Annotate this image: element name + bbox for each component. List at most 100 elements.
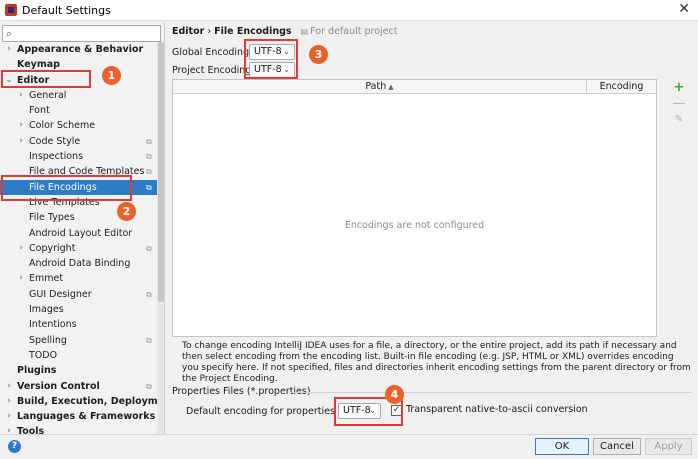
chevron-right-icon[interactable]: › [4,42,14,57]
project-specific-icon: ⧉ [146,167,152,177]
tree-item-todo[interactable]: TODO [0,348,157,363]
tree-item-label: Intentions [29,319,77,331]
tree-item-label: TODO [29,349,58,361]
breadcrumb: Editor › File Encodings ▤ For default proje… [172,26,397,37]
tree-item-code-style[interactable]: › Code Style ⧉ [0,134,157,149]
tree-item-android-data-binding[interactable]: Android Data Binding [0,256,157,271]
tree-item-label: Emmet [29,273,64,285]
project-specific-icon: ⧉ [146,182,152,192]
tree-item-label: Images [29,304,64,316]
tree-item-intentions[interactable]: Intentions [0,317,157,332]
tree-item-label: Appearance & Behavior [17,44,144,55]
settings-search-box[interactable]: ⌕ [2,25,161,42]
encoding-help-text: To change encoding IntelliJ IDEA uses fo… [182,341,691,384]
window-title: Default Settings [22,4,111,17]
column-header-path[interactable]: Path ▲ [173,80,587,94]
chevron-right-icon[interactable]: › [4,379,14,394]
chevron-right-icon[interactable]: › [16,134,26,149]
table-header: Path ▲ Encoding [173,80,656,94]
tree-item-label: Color Scheme [29,120,96,132]
tree-item-label: Languages & Frameworks [17,411,156,423]
tree-item-general[interactable]: › General [0,88,157,103]
tree-item-label: Android Data Binding [29,258,131,270]
add-icon[interactable]: + [669,80,689,96]
dialog-button-bar: ? OK Cancel Apply [0,434,698,459]
edit-icon[interactable]: ✎ [669,112,689,128]
highlight-box-encodings [244,39,298,79]
column-header-encoding[interactable]: Encoding [587,80,656,94]
sidebar-scrollbar[interactable] [157,42,164,434]
tree-item-label: Build, Execution, Deployment [17,395,165,407]
tree-item-color-scheme[interactable]: › Color Scheme [0,118,157,133]
tree-item-copyright[interactable]: › Copyright ⧉ [0,241,157,256]
settings-search-input[interactable] [18,26,158,41]
settings-tree: › Appearance & Behavior Keymap ⌄ Editor › Gene… [0,42,164,434]
tree-item-label: File Types [29,212,75,224]
project-scope-icon: ▤ [300,27,309,36]
tree-item-label: General [29,89,67,101]
apply-button[interactable]: Apply [645,438,692,455]
empty-table-message: Encodings are not configured [344,220,485,231]
global-encoding-label: Global Encoding: [172,47,253,58]
tree-item-label: GUI Designer [29,288,92,300]
tree-item-android-layout-editor[interactable]: Android Layout Editor [0,226,157,241]
tree-item-emmet[interactable]: › Emmet [0,271,157,286]
cancel-button[interactable]: Cancel [593,438,641,455]
project-specific-icon: ⧉ [146,152,152,162]
annotation-badge-4: 4 [385,385,404,404]
native-to-ascii-label[interactable]: Transparent native-to-ascii conversion [406,404,588,415]
tree-item-inspections[interactable]: Inspections ⧉ [0,149,157,164]
annotation-badge-3: 3 [309,45,328,64]
project-specific-icon: ⧉ [146,243,152,253]
annotation-badge-1: 1 [102,66,121,85]
tree-item-build-execution-deployment[interactable]: › Build, Execution, Deployment [0,394,164,409]
project-specific-icon: ⧉ [146,335,152,345]
highlight-box-editor [1,70,91,88]
ok-button[interactable]: OK [535,438,589,455]
sidebar-scrollbar-thumb[interactable] [158,42,164,302]
table-toolbar: + — ✎ [669,80,689,128]
tree-item-gui-designer[interactable]: GUI Designer ⧉ [0,287,157,302]
remove-icon[interactable]: — [669,96,689,112]
project-specific-icon: ⧉ [146,289,152,299]
breadcrumb-separator: › [207,26,212,37]
tree-item-languages-frameworks[interactable]: › Languages & Frameworks [0,409,157,424]
chevron-right-icon[interactable]: › [16,271,26,286]
tree-item-appearance-behavior[interactable]: › Appearance & Behavior [0,42,157,57]
breadcrumb-current: File Encodings [214,26,292,37]
chevron-right-icon[interactable]: › [4,409,14,424]
tree-item-label: Spelling [29,334,67,346]
tree-item-version-control[interactable]: › Version Control ⧉ [0,379,157,394]
chevron-right-icon[interactable]: › [4,424,14,434]
tree-item-label: Code Style [29,135,81,147]
highlight-box-file-encodings [1,175,132,201]
chevron-right-icon[interactable]: › [16,241,26,256]
close-icon[interactable]: ✕ [678,1,690,17]
tree-item-label: Font [29,105,50,117]
default-project-note: For default project [310,26,398,37]
tree-item-label: Plugins [17,365,57,377]
tree-item-label: Inspections [29,151,84,163]
tree-item-label: Android Layout Editor [29,227,133,239]
tree-item-spelling[interactable]: Spelling ⧉ [0,333,157,348]
search-icon: ⌕ [6,27,13,40]
intellij-app-icon [5,4,17,16]
tree-item-images[interactable]: Images [0,302,157,317]
chevron-right-icon[interactable]: › [16,118,26,133]
encoding-mapping-table[interactable]: Path ▲ Encoding Encodings are not configu… [172,79,657,337]
tree-item-label: Tools [17,426,45,434]
help-icon[interactable]: ? [8,440,21,453]
tree-item-label: Version Control [17,380,100,392]
group-divider [290,392,692,393]
project-specific-icon: ⧉ [146,136,152,146]
project-specific-icon: ⧉ [146,381,152,391]
tree-item-tools[interactable]: › Tools [0,424,157,434]
tree-item-font[interactable]: Font [0,103,157,118]
breadcrumb-parent: Editor [172,26,205,37]
project-encoding-label: Project Encoding: [172,65,255,76]
title-bar: Default Settings ✕ [0,0,698,21]
tree-item-label: Copyright [29,242,76,254]
tree-item-plugins[interactable]: Plugins [0,363,157,378]
chevron-right-icon[interactable]: › [4,394,14,409]
chevron-right-icon[interactable]: › [16,88,26,103]
